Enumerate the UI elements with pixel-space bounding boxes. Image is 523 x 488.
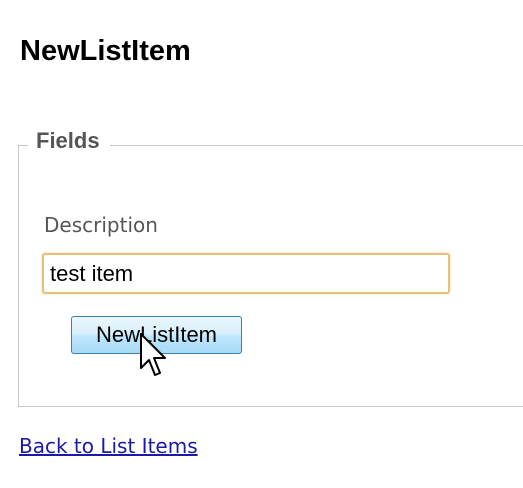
page-title: NewListItem (20, 35, 191, 67)
mouse-pointer-icon (140, 333, 166, 376)
description-label: Description (44, 213, 158, 237)
description-input[interactable] (42, 253, 450, 294)
fieldset-legend: Fields (28, 126, 110, 156)
back-to-list-items-link[interactable]: Back to List Items (19, 432, 198, 460)
